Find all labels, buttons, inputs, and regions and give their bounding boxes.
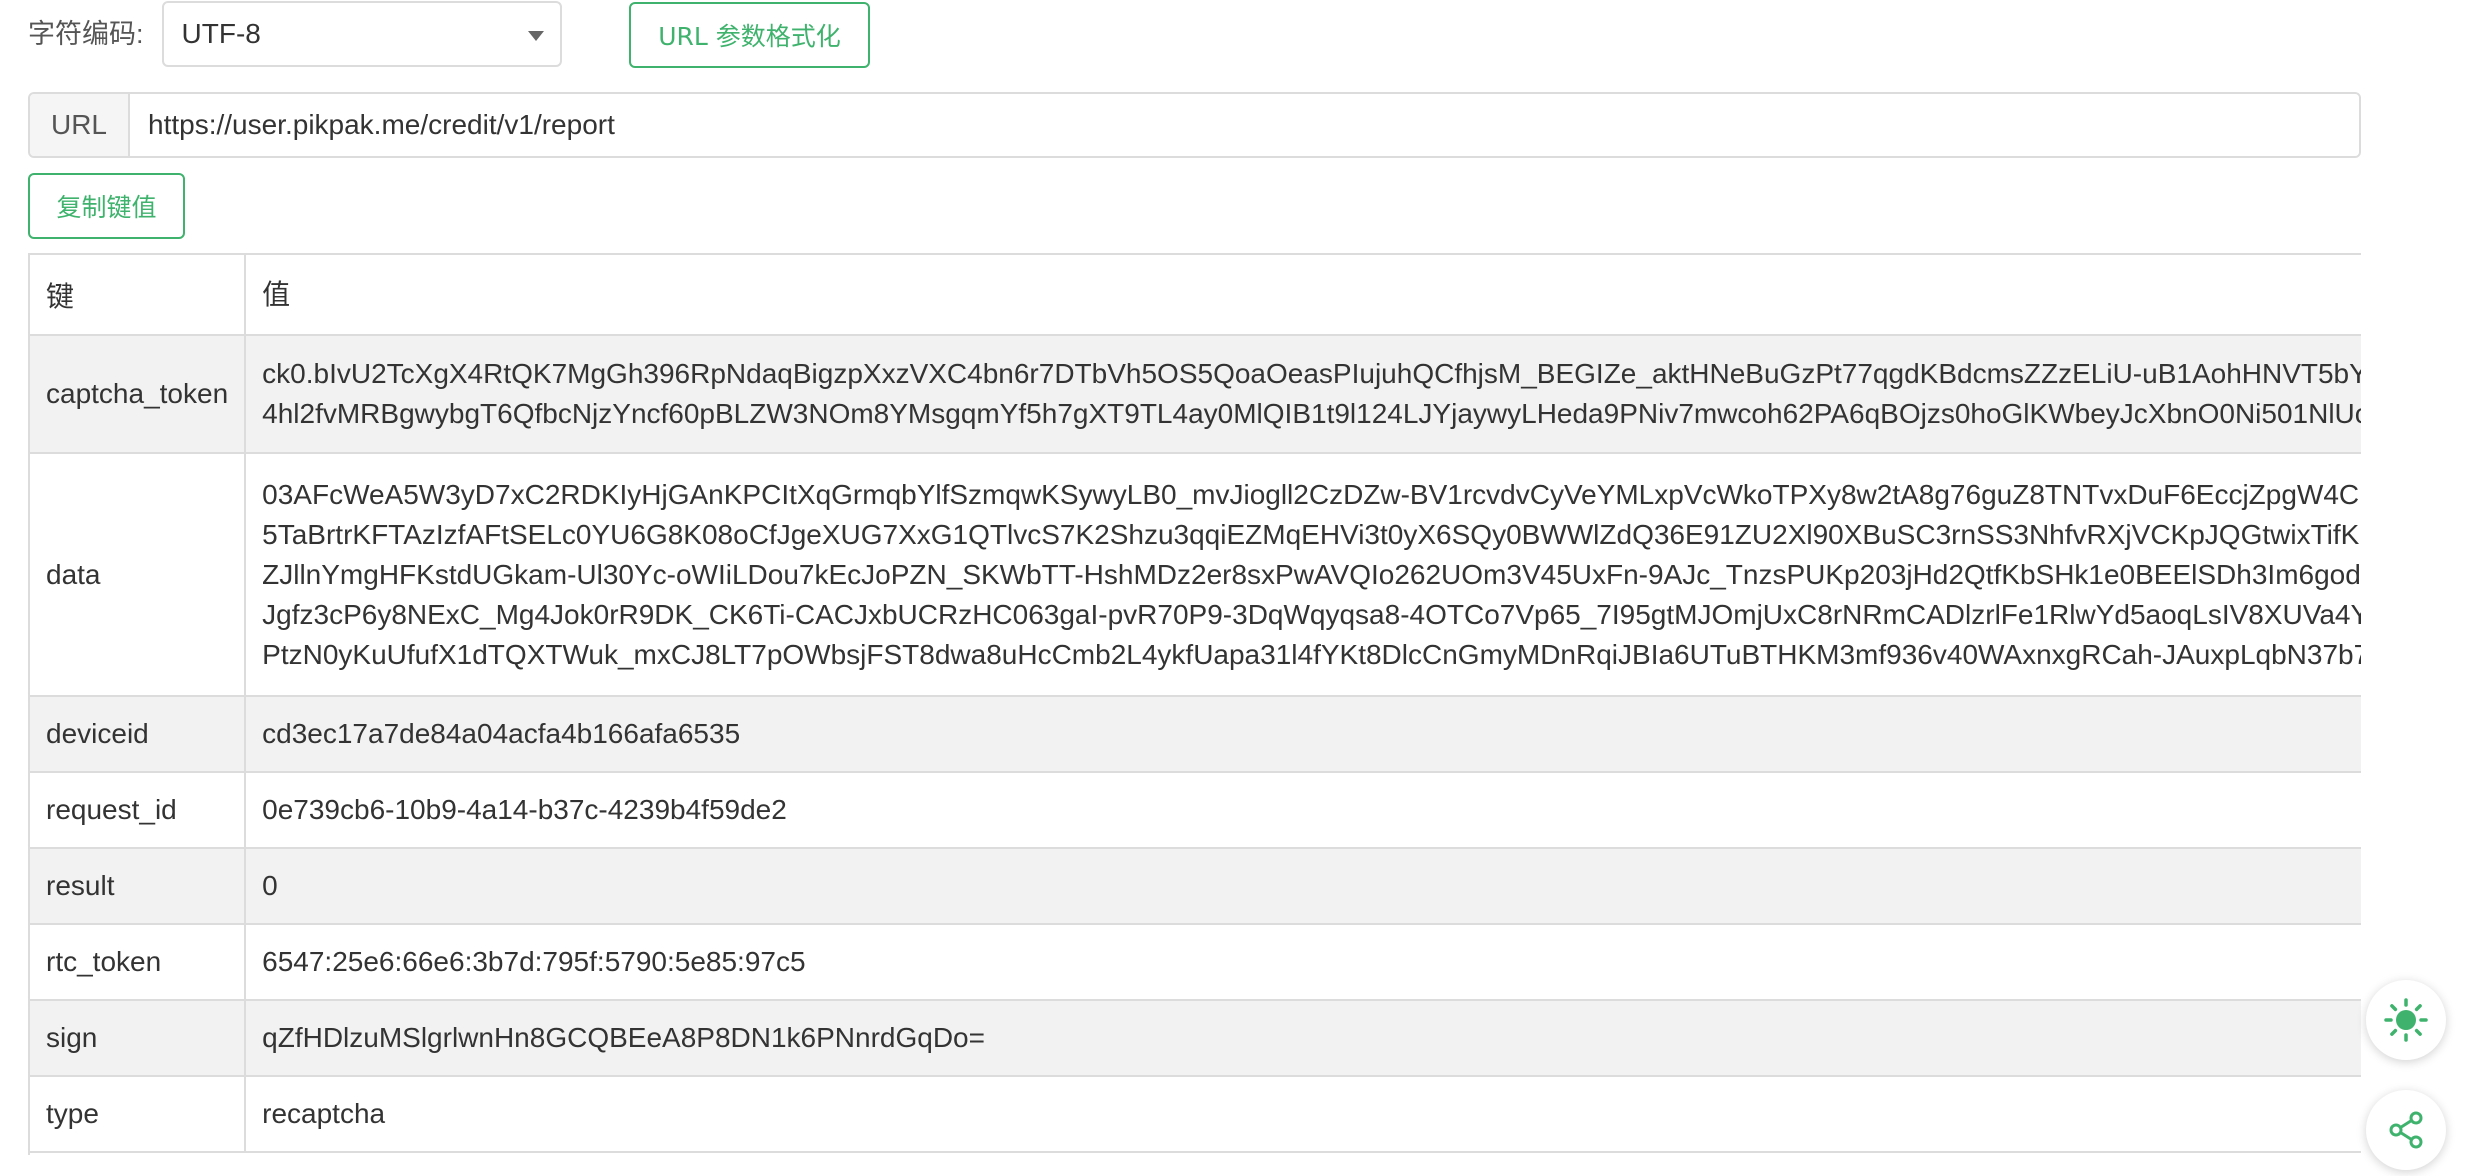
table-row: request_id 0e739cb6-10b9-4a14-b37c-4239b4… [30, 772, 2361, 849]
url-format-button[interactable]: URL 参数格式化 [629, 2, 870, 68]
row-value: 0e739cb6-10b9-4a14-b37c-4239b4f59de2 [245, 772, 2361, 849]
row-value: 03AFcWeA5W3yD7xC2RDKIyHjGAnKPCItXqGrmqbY… [245, 453, 2361, 697]
row-key: data [30, 453, 247, 697]
value-line: Jgfz3cP6y8NExC_Mg4Jok0rR9DK_CK6Ti-CACJxb… [262, 598, 2361, 630]
value-line: ZJllnYmgHFKstdUGkam-Ul30Yc-oWIiLDou7kEcJ… [262, 558, 2361, 590]
charset-label: 字符编码: [28, 18, 144, 49]
table-row: deviceid cd3ec17a7de84a04acfa4b166afa6535 [30, 696, 2361, 773]
share-icon [2389, 1111, 2423, 1149]
row-value: ck0.bIvU2TcXgX4RtQK7MgGh396RpNdaqBigzpXx… [245, 335, 2361, 454]
header-key: 键 [30, 255, 247, 336]
row-value: 6547:25e6:66e6:3b7d:795f:5790:5e85:97c5 [245, 924, 2361, 1001]
row-value: recaptcha [245, 1076, 2361, 1153]
copy-key-value-button[interactable]: 复制键值 [28, 173, 185, 239]
row-key: result [30, 848, 247, 925]
value-line: 0 [262, 870, 278, 901]
table-row: captcha_token ck0.bIvU2TcXgX4RtQK7MgGh396… [30, 335, 2361, 454]
value-line: PtzN0yKuUfufX1dTQXTWuk_mxCJ8LT7pOWbsjFST… [262, 638, 2361, 670]
row-key: sign [30, 1000, 247, 1077]
params-table-body: 键 值 captcha_token ck0.bIvU2TcXgX4RtQK7MgG… [30, 255, 2361, 1153]
value-line: recaptcha [262, 1098, 386, 1129]
table-row: data 03AFcWeA5W3yD7xC2RDKIyHjGAnKPCItXqGr… [30, 453, 2361, 697]
sun-icon [2384, 998, 2428, 1042]
value-line: cd3ec17a7de84a04acfa4b166afa6535 [262, 718, 741, 749]
row-key: type [30, 1076, 247, 1153]
charset-selected-value: UTF-8 [181, 18, 261, 49]
value-line: 6547:25e6:66e6:3b7d:795f:5790:5e85:97c5 [262, 946, 806, 977]
table-row: rtc_token 6547:25e6:66e6:3b7d:795f:5790:5… [30, 924, 2361, 1001]
value-line: 03AFcWeA5W3yD7xC2RDKIyHjGAnKPCItXqGrmqbY… [262, 478, 2361, 510]
header-value: 值 [245, 255, 2361, 336]
table-row: sign qZfHDlzuMSlgrlwnHn8GCQBEeA8P8DN1k6PN… [30, 1000, 2361, 1077]
value-line: ck0.bIvU2TcXgX4RtQK7MgGh396RpNdaqBigzpXx… [262, 358, 2361, 389]
chevron-down-icon [527, 31, 544, 41]
url-input[interactable] [130, 94, 2359, 156]
table-header-row: 键 值 [30, 255, 2361, 336]
table-row: type recaptcha [30, 1076, 2361, 1153]
params-table-grid: 键 值 captcha_token ck0.bIvU2TcXgX4RtQK7MgG… [30, 255, 2361, 1153]
value-line: 4hl2fvMRBgwybgT6QfbcNjzYncf60pBLZW3NOm8Y… [262, 398, 2361, 429]
params-table: 键 值 captcha_token ck0.bIvU2TcXgX4RtQK7MgG… [28, 253, 2361, 1155]
row-value: qZfHDlzuMSlgrlwnHn8GCQBEeA8P8DN1k6PNnrdG… [245, 1000, 2361, 1077]
value-line: 0e739cb6-10b9-4a14-b37c-4239b4f59de2 [262, 794, 787, 825]
charset-select[interactable]: UTF-8 [161, 1, 562, 67]
row-key: deviceid [30, 696, 247, 773]
row-value: cd3ec17a7de84a04acfa4b166afa6535 [245, 696, 2361, 773]
row-key: captcha_token [30, 335, 247, 454]
theme-toggle-button[interactable] [2366, 980, 2446, 1060]
value-line: qZfHDlzuMSlgrlwnHn8GCQBEeA8P8DN1k6PNnrdG… [262, 1022, 985, 1053]
row-key: request_id [30, 772, 247, 849]
url-addon-label: URL [30, 94, 130, 156]
url-input-group: URL [28, 92, 2361, 158]
value-line: 5TaBrtrKFTAzIzfAFtSELc0YU6G8K08oCfJgeXUG… [262, 518, 2360, 550]
row-key: rtc_token [30, 924, 247, 1001]
share-button[interactable] [2366, 1090, 2446, 1170]
table-row: result 0 [30, 848, 2361, 925]
toolbar: 字符编码: UTF-8 [28, 0, 562, 68]
row-value: 0 [245, 848, 2361, 925]
